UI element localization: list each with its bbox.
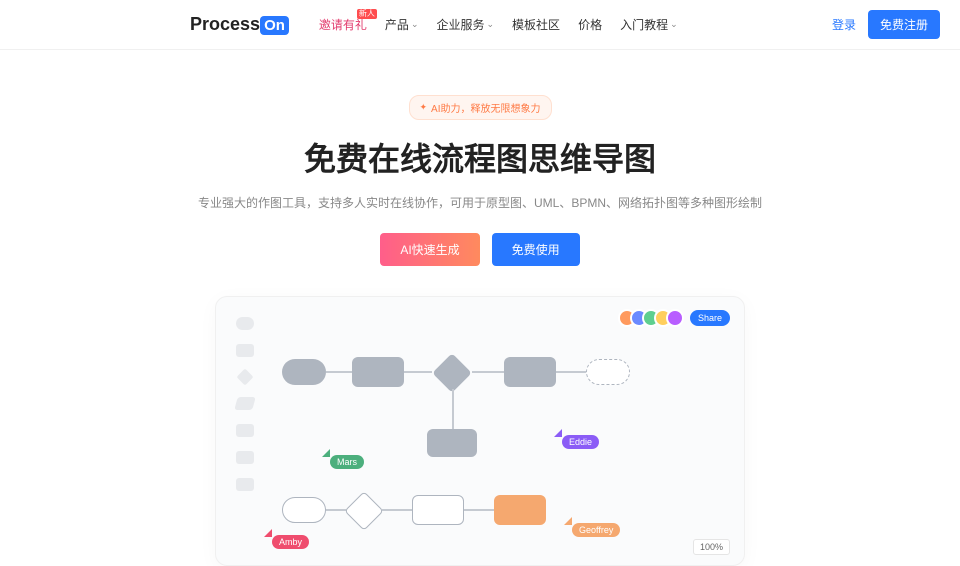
logo-prefix: Process [190, 14, 260, 34]
main-nav: 邀请有礼 新人 产品⌄ 企业服务⌄ 模板社区 价格 入门教程⌄ [319, 16, 832, 33]
chevron-down-icon: ⌄ [411, 19, 419, 30]
palette-rect4-icon[interactable] [236, 478, 254, 491]
hero-section: ✦ AI助力，释放无限想象力 免费在线流程图思维导图 专业强大的作图工具，支持多… [0, 50, 960, 266]
connector [382, 509, 412, 511]
ai-tag: ✦ AI助力，释放无限想象力 [409, 95, 552, 120]
hero-subtitle: 专业强大的作图工具，支持多人实时在线协作，可用于原型图、UML、BPMN、网络拓… [0, 194, 960, 211]
promo-badge: 新人 [357, 9, 377, 19]
palette-diamond-icon[interactable] [237, 369, 254, 386]
logo[interactable]: ProcessOn [190, 14, 289, 35]
nav-enterprise[interactable]: 企业服务⌄ [436, 16, 494, 33]
connector [326, 509, 346, 511]
sparkle-icon: ✦ [420, 102, 428, 113]
ai-generate-button[interactable]: AI快速生成 [380, 233, 479, 266]
flow-decision[interactable] [344, 491, 384, 531]
diagram-preview: Share Mars Eddie Amby Geoffrey 100% [215, 296, 745, 566]
cursor-geoffrey: Geoffrey [572, 523, 620, 537]
palette-rect3-icon[interactable] [236, 451, 254, 464]
connector [556, 371, 586, 373]
flow-node[interactable] [282, 497, 326, 523]
flow-node[interactable] [352, 357, 404, 387]
login-link[interactable]: 登录 [832, 16, 856, 33]
cursor-eddie: Eddie [562, 435, 599, 449]
flow-node[interactable] [412, 495, 464, 525]
chevron-down-icon: ⌄ [670, 19, 678, 30]
connector [472, 371, 504, 373]
cursor-mars: Mars [330, 455, 364, 469]
connector [464, 509, 494, 511]
cursor-amby: Amby [272, 535, 309, 549]
nav-tutorial[interactable]: 入门教程⌄ [620, 16, 678, 33]
logo-suffix: On [260, 16, 289, 35]
register-button[interactable]: 免费注册 [868, 10, 940, 39]
nav-product[interactable]: 产品⌄ [385, 16, 419, 33]
canvas[interactable]: Mars Eddie Amby Geoffrey [272, 337, 730, 551]
palette-terminator-icon[interactable] [236, 317, 254, 330]
connector [326, 371, 352, 373]
shape-palette [230, 317, 260, 491]
connector [404, 371, 432, 373]
flow-node[interactable] [494, 495, 546, 525]
free-use-button[interactable]: 免费使用 [492, 233, 580, 266]
palette-rect2-icon[interactable] [236, 424, 254, 437]
palette-parallelogram-icon[interactable] [234, 397, 255, 410]
flow-node[interactable] [586, 359, 630, 385]
palette-rect-icon[interactable] [236, 344, 254, 357]
flow-decision[interactable] [432, 353, 472, 393]
share-button[interactable]: Share [690, 310, 730, 326]
hero-title: 免费在线流程图思维导图 [0, 134, 960, 180]
nav-price[interactable]: 价格 [578, 16, 602, 33]
chevron-down-icon: ⌄ [487, 19, 495, 30]
flow-node[interactable] [504, 357, 556, 387]
flow-node[interactable] [427, 429, 477, 457]
avatar[interactable] [666, 309, 684, 327]
connector [452, 389, 454, 429]
nav-promo[interactable]: 邀请有礼 新人 [319, 16, 367, 33]
nav-templates[interactable]: 模板社区 [512, 16, 560, 33]
collaborator-avatars [624, 309, 684, 327]
flow-node[interactable] [282, 359, 326, 385]
zoom-level[interactable]: 100% [693, 539, 730, 555]
